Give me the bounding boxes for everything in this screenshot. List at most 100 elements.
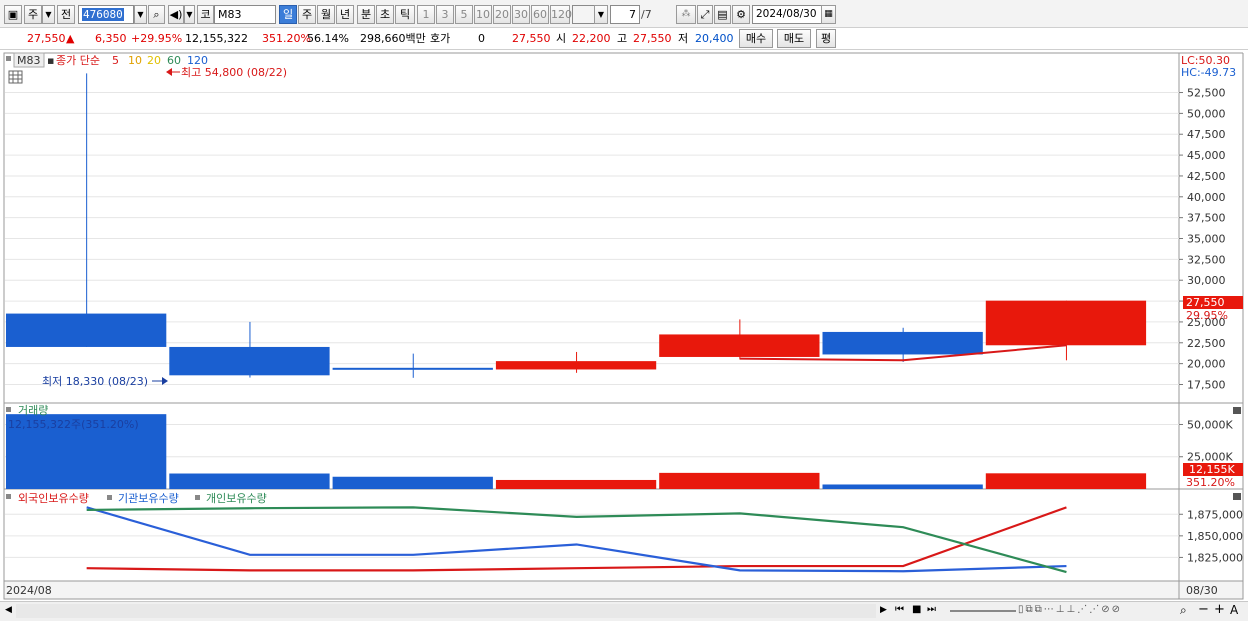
period-month[interactable]: 월 xyxy=(317,5,335,24)
code-prefix[interactable]: 코 xyxy=(197,5,214,24)
volume-bar xyxy=(659,472,820,489)
horizontal-scrollbar[interactable] xyxy=(16,604,876,618)
hoga-label: 호가 xyxy=(430,32,451,45)
legend-ma10: 10 xyxy=(128,54,142,67)
interval-30[interactable]: 30 xyxy=(512,5,530,24)
legend-sep-icon-2 xyxy=(195,495,200,500)
price-tick-label: 52,500 xyxy=(1187,87,1226,100)
x-axis-strip xyxy=(3,580,1244,600)
gear-icon[interactable]: ⚙ xyxy=(732,5,750,24)
code-dropdown-icon[interactable]: ▼ xyxy=(134,5,147,24)
rewind-icon[interactable]: ⏮ xyxy=(895,604,904,615)
hc-label: HC:-49.73 xyxy=(1181,66,1236,79)
magic-icon[interactable]: ⤢ xyxy=(697,5,713,24)
price-tick-label: 17,500 xyxy=(1187,378,1226,391)
candle-body xyxy=(495,361,657,370)
volume-bar xyxy=(985,473,1147,489)
interval-5[interactable]: 5 xyxy=(455,5,473,24)
turnover-rate: 56.14% xyxy=(307,32,349,45)
holdings-marker-icon xyxy=(6,494,11,499)
buy-button[interactable]: 매수 xyxy=(739,29,773,48)
period-day[interactable]: 일 xyxy=(279,5,297,24)
price-tick-label: 40,000 xyxy=(1187,191,1226,204)
period-second[interactable]: 초 xyxy=(376,5,394,24)
chart-area[interactable]: 17,50020,00022,50025,00027,50030,00032,5… xyxy=(0,51,1248,601)
drawing-tools-icon[interactable]: ▯⧉⧉⋯⊥⊥⋰⋰⊘⊘ xyxy=(1018,604,1122,615)
candle-body xyxy=(659,334,820,357)
holdings-tick-label: 1,825,000 xyxy=(1187,551,1243,564)
period-week[interactable]: 주 xyxy=(298,5,316,24)
date-input[interactable]: 2024/08/30 xyxy=(752,5,822,24)
legend-ma60: 60 xyxy=(167,54,181,67)
zoom-slider[interactable] xyxy=(950,610,1016,612)
legend-ma5: 5 xyxy=(112,54,119,67)
low-price: 20,400 xyxy=(695,32,734,45)
zoom-out-icon[interactable]: − xyxy=(1198,602,1209,617)
toolbar: ▣ 주 ▼ 전 476080 ▼ ⌕ ◀) ▼ 코 M83 일 주 월 년 분 … xyxy=(0,0,1248,28)
speaker-dropdown-icon[interactable]: ▼ xyxy=(184,5,195,24)
interval-20[interactable]: 20 xyxy=(493,5,511,24)
price-tick-label: 45,000 xyxy=(1187,149,1226,162)
legend-name: M83 xyxy=(17,54,41,67)
period-year[interactable]: 년 xyxy=(336,5,354,24)
candle-body xyxy=(169,346,330,376)
volume-last-percent: 351.20% xyxy=(1186,476,1235,489)
speaker-icon[interactable]: ◀) xyxy=(168,5,184,24)
table-toggle-icon[interactable] xyxy=(8,70,23,84)
scroll-right-icon[interactable]: ▶ xyxy=(880,605,887,615)
open-label: 시 xyxy=(556,32,567,45)
window-icon[interactable]: ▣ xyxy=(4,5,22,24)
calendar-icon[interactable]: ▦ xyxy=(821,5,836,24)
period-minute[interactable]: 분 xyxy=(357,5,375,24)
interval-120[interactable]: 120 xyxy=(550,5,572,24)
last-price-value: 27,550 xyxy=(1186,296,1225,309)
price-tick-label: 47,500 xyxy=(1187,128,1226,141)
price-tick-label: 37,500 xyxy=(1187,212,1226,225)
volume-last-value: 12,155K xyxy=(1189,463,1235,476)
high-label: 고 xyxy=(617,32,628,45)
high-price: 27,550 xyxy=(633,32,672,45)
price-tick-label: 20,000 xyxy=(1187,358,1226,371)
volume-marker-icon xyxy=(6,407,11,412)
code-name-field[interactable]: M83 xyxy=(214,5,276,24)
compare-icon[interactable]: ⁂ xyxy=(676,5,696,24)
ju-button[interactable]: 주 xyxy=(24,5,42,24)
scroll-left-icon[interactable]: ◀ xyxy=(5,605,12,615)
interval-3[interactable]: 3 xyxy=(436,5,454,24)
search-icon[interactable]: ⌕ xyxy=(148,5,165,24)
zoom-in-icon[interactable]: + xyxy=(1214,602,1225,617)
volume-tick-label: 50,000K xyxy=(1187,418,1233,431)
chart-svg[interactable]: 17,50020,00022,50025,00027,50030,00032,5… xyxy=(0,51,1248,601)
font-size-icon[interactable]: A xyxy=(1230,603,1238,617)
legend-sep-icon-1 xyxy=(107,495,112,500)
stop-icon[interactable]: ■ xyxy=(912,604,921,615)
legend-ma20: 20 xyxy=(147,54,161,67)
page-input[interactable]: 7 xyxy=(610,5,640,24)
code-input[interactable]: 476080 xyxy=(78,5,134,24)
magnifier-icon[interactable]: ⌕ xyxy=(1180,603,1187,618)
period-tick[interactable]: 틱 xyxy=(395,5,415,24)
holdings-panel-close-icon[interactable] xyxy=(1233,493,1241,500)
price-tick-label: 30,000 xyxy=(1187,274,1226,287)
page-total: /7 xyxy=(641,8,652,21)
volume-panel-close-icon[interactable] xyxy=(1233,407,1241,414)
interval-10[interactable]: 10 xyxy=(474,5,492,24)
blank-dropdown-icon[interactable]: ▼ xyxy=(594,5,608,24)
save-icon[interactable]: ▤ xyxy=(714,5,731,24)
low-label: 저 xyxy=(678,32,689,45)
interval-60[interactable]: 60 xyxy=(531,5,549,24)
price-tick-label: 35,000 xyxy=(1187,233,1226,246)
legend-foreign: 외국인보유수량 xyxy=(18,492,89,505)
chart-window: ▣ 주 ▼ 전 476080 ▼ ⌕ ◀) ▼ 코 M83 일 주 월 년 분 … xyxy=(0,0,1248,621)
forward-icon[interactable]: ⏭ xyxy=(927,604,936,615)
volume-bar xyxy=(822,484,983,489)
quote-bar: 27,550 ▲ 6,350 +29.95% 12,155,322 351.20… xyxy=(0,28,1248,50)
jeon-button[interactable]: 전 xyxy=(57,5,75,24)
volume-bar xyxy=(495,479,657,489)
sell-button[interactable]: 매도 xyxy=(777,29,811,48)
average-button[interactable]: 평 xyxy=(816,29,836,48)
open-price: 22,200 xyxy=(572,32,611,45)
interval-1[interactable]: 1 xyxy=(417,5,435,24)
chevron-down-icon[interactable]: ▼ xyxy=(42,5,55,24)
holdings-tick-label: 1,875,000 xyxy=(1187,508,1243,521)
